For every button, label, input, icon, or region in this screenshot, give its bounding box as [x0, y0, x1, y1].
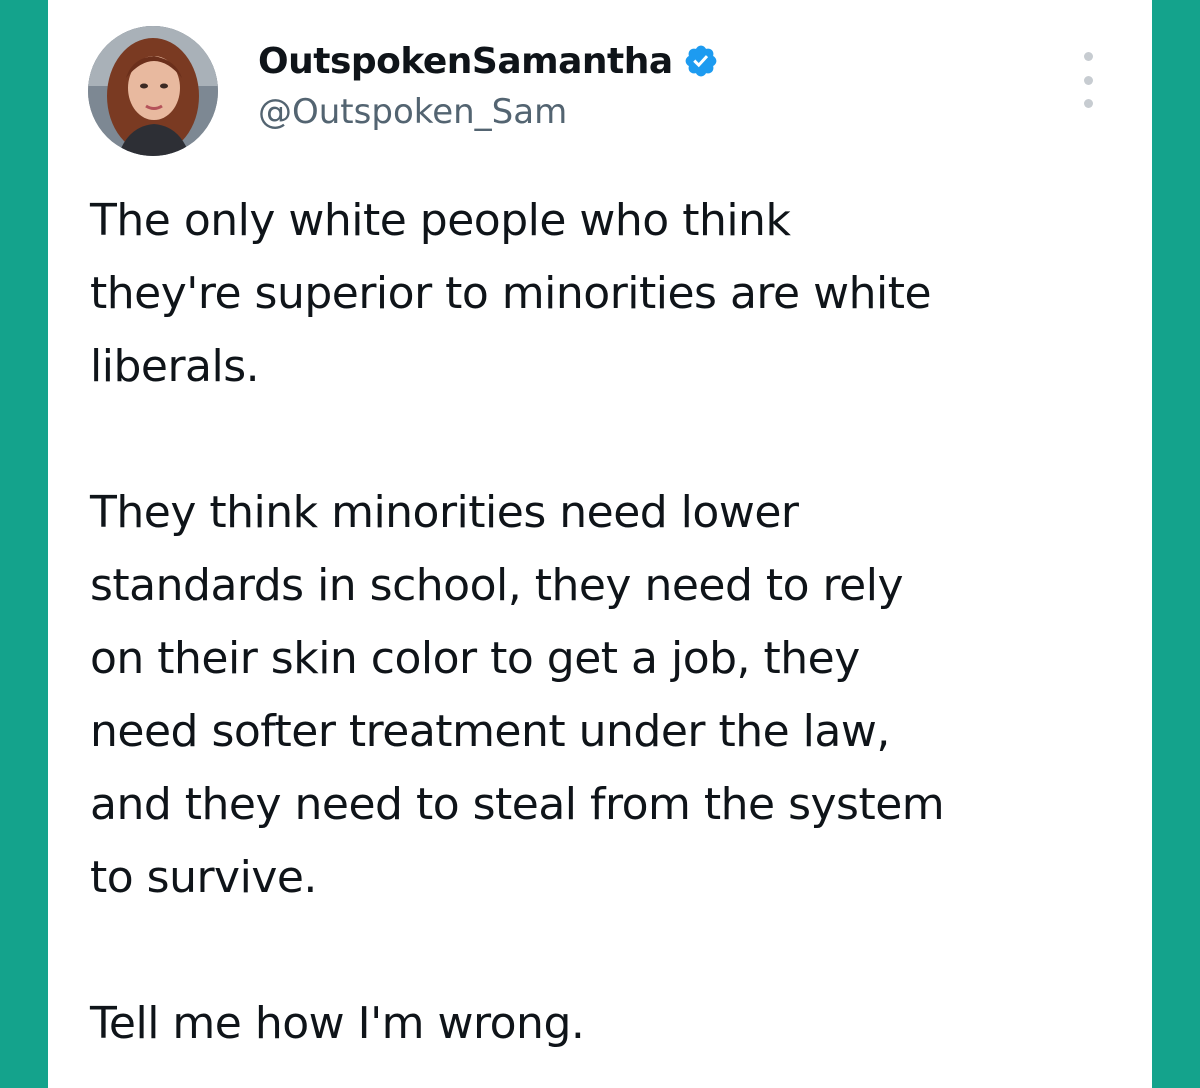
avatar[interactable]: [88, 26, 218, 156]
dot-icon: [1083, 52, 1093, 61]
screenshot-frame: OutspokenSamantha @Outspoken_Sam The onl…: [0, 0, 1200, 1088]
tweet-paragraph: They think minorities need lower standar…: [90, 487, 945, 903]
author-handle[interactable]: @Outspoken_Sam: [258, 92, 567, 132]
verified-badge-icon: [683, 43, 719, 79]
tweet-text: The only white people who think they're …: [90, 184, 1130, 1060]
author-display-name[interactable]: OutspokenSamantha: [258, 41, 673, 82]
tweet-paragraph: Tell me how I'm wrong.: [90, 998, 585, 1049]
dot-icon: [1083, 75, 1093, 85]
more-options-icon[interactable]: [1068, 52, 1108, 108]
avatar-image: [88, 26, 218, 156]
dot-icon: [1083, 99, 1093, 108]
tweet-paragraph: The only white people who think they're …: [90, 195, 932, 392]
author-name-row: OutspokenSamantha: [258, 36, 719, 86]
tweet-card: OutspokenSamantha @Outspoken_Sam The onl…: [48, 0, 1152, 1088]
